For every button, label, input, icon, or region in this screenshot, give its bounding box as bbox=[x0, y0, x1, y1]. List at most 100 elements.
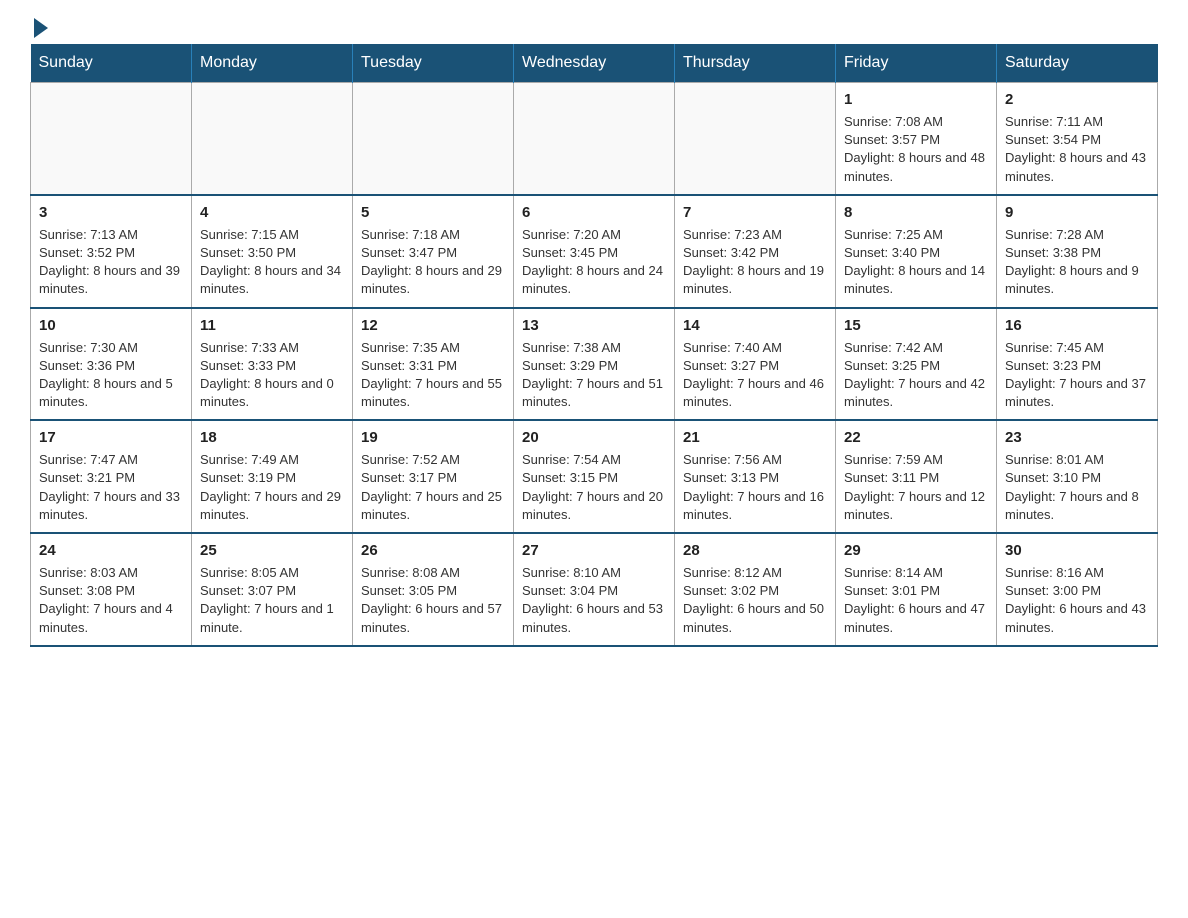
sunrise-text: Sunrise: 7:18 AM bbox=[361, 226, 505, 244]
calendar-cell: 8 Sunrise: 7:25 AMSunset: 3:40 PMDaylight… bbox=[836, 195, 997, 308]
calendar-cell: 27Sunrise: 8:10 AMSunset: 3:04 PMDayligh… bbox=[514, 533, 675, 646]
daylight-text: Daylight: 7 hours and 25 minutes. bbox=[361, 488, 505, 524]
daylight-text: Daylight: 8 hours and 39 minutes. bbox=[39, 262, 183, 298]
sunrise-text: Sunrise: 7:47 AM bbox=[39, 451, 183, 469]
day-number: 23 bbox=[1005, 427, 1149, 448]
day-number: 18 bbox=[200, 427, 344, 448]
sunset-text: Sunset: 3:50 PM bbox=[200, 244, 344, 262]
sunset-text: Sunset: 3:04 PM bbox=[522, 582, 666, 600]
calendar-cell bbox=[31, 83, 192, 195]
calendar-cell bbox=[514, 83, 675, 195]
day-number: 5 bbox=[361, 202, 505, 223]
sunrise-text: Sunrise: 7:25 AM bbox=[844, 226, 988, 244]
sunrise-text: Sunrise: 7:20 AM bbox=[522, 226, 666, 244]
logo-arrow-icon bbox=[34, 18, 48, 38]
calendar-cell: 26Sunrise: 8:08 AMSunset: 3:05 PMDayligh… bbox=[353, 533, 514, 646]
sunset-text: Sunset: 3:23 PM bbox=[1005, 357, 1149, 375]
calendar-cell: 13Sunrise: 7:38 AMSunset: 3:29 PMDayligh… bbox=[514, 308, 675, 421]
calendar-cell: 4Sunrise: 7:15 AMSunset: 3:50 PMDaylight… bbox=[192, 195, 353, 308]
calendar-cell: 3Sunrise: 7:13 AMSunset: 3:52 PMDaylight… bbox=[31, 195, 192, 308]
daylight-text: Daylight: 8 hours and 29 minutes. bbox=[361, 262, 505, 298]
sunset-text: Sunset: 3:15 PM bbox=[522, 469, 666, 487]
calendar-cell: 30Sunrise: 8:16 AMSunset: 3:00 PMDayligh… bbox=[997, 533, 1158, 646]
daylight-text: Daylight: 7 hours and 42 minutes. bbox=[844, 375, 988, 411]
sunrise-text: Sunrise: 7:52 AM bbox=[361, 451, 505, 469]
sunset-text: Sunset: 3:54 PM bbox=[1005, 131, 1149, 149]
day-number: 25 bbox=[200, 540, 344, 561]
sunrise-text: Sunrise: 7:49 AM bbox=[200, 451, 344, 469]
daylight-text: Daylight: 6 hours and 43 minutes. bbox=[1005, 600, 1149, 636]
sunset-text: Sunset: 3:52 PM bbox=[39, 244, 183, 262]
weekday-header-sunday: Sunday bbox=[31, 44, 192, 83]
sunrise-text: Sunrise: 7:11 AM bbox=[1005, 113, 1149, 131]
calendar-cell: 14Sunrise: 7:40 AMSunset: 3:27 PMDayligh… bbox=[675, 308, 836, 421]
calendar-cell: 17 Sunrise: 7:47 AMSunset: 3:21 PMDayligh… bbox=[31, 420, 192, 533]
sunset-text: Sunset: 3:21 PM bbox=[39, 469, 183, 487]
sunset-text: Sunset: 3:01 PM bbox=[844, 582, 988, 600]
logo-general bbox=[30, 20, 48, 38]
sunrise-text: Sunrise: 7:33 AM bbox=[200, 339, 344, 357]
day-number: 26 bbox=[361, 540, 505, 561]
daylight-text: Daylight: 7 hours and 16 minutes. bbox=[683, 488, 827, 524]
sunset-text: Sunset: 3:25 PM bbox=[844, 357, 988, 375]
day-number: 16 bbox=[1005, 315, 1149, 336]
day-number: 6 bbox=[522, 202, 666, 223]
sunset-text: Sunset: 3:38 PM bbox=[1005, 244, 1149, 262]
calendar-cell: 29Sunrise: 8:14 AMSunset: 3:01 PMDayligh… bbox=[836, 533, 997, 646]
daylight-text: Daylight: 8 hours and 43 minutes. bbox=[1005, 149, 1149, 185]
daylight-text: Daylight: 6 hours and 53 minutes. bbox=[522, 600, 666, 636]
week-row-5: 24Sunrise: 8:03 AMSunset: 3:08 PMDayligh… bbox=[31, 533, 1158, 646]
calendar-cell: 2 Sunrise: 7:11 AMSunset: 3:54 PMDaylight… bbox=[997, 83, 1158, 195]
day-number: 7 bbox=[683, 202, 827, 223]
sunset-text: Sunset: 3:02 PM bbox=[683, 582, 827, 600]
day-number: 11 bbox=[200, 315, 344, 336]
daylight-text: Daylight: 8 hours and 14 minutes. bbox=[844, 262, 988, 298]
day-number: 20 bbox=[522, 427, 666, 448]
sunrise-text: Sunrise: 8:10 AM bbox=[522, 564, 666, 582]
day-number: 9 bbox=[1005, 202, 1149, 223]
daylight-text: Daylight: 7 hours and 46 minutes. bbox=[683, 375, 827, 411]
sunset-text: Sunset: 3:47 PM bbox=[361, 244, 505, 262]
week-row-4: 17Sunrise: 7:47 AMSunset: 3:21 PMDayligh… bbox=[31, 420, 1158, 533]
calendar-cell: 7Sunrise: 7:23 AMSunset: 3:42 PMDaylight… bbox=[675, 195, 836, 308]
sunset-text: Sunset: 3:40 PM bbox=[844, 244, 988, 262]
daylight-text: Daylight: 6 hours and 47 minutes. bbox=[844, 600, 988, 636]
page-header bbox=[30, 20, 1158, 34]
sunrise-text: Sunrise: 7:56 AM bbox=[683, 451, 827, 469]
sunrise-text: Sunrise: 7:23 AM bbox=[683, 226, 827, 244]
day-number: 21 bbox=[683, 427, 827, 448]
calendar-cell: 9Sunrise: 7:28 AMSunset: 3:38 PMDaylight… bbox=[997, 195, 1158, 308]
day-number: 22 bbox=[844, 427, 988, 448]
calendar-cell bbox=[675, 83, 836, 195]
calendar-cell: 25Sunrise: 8:05 AMSunset: 3:07 PMDayligh… bbox=[192, 533, 353, 646]
sunrise-text: Sunrise: 8:05 AM bbox=[200, 564, 344, 582]
calendar-cell: 5 Sunrise: 7:18 AMSunset: 3:47 PMDaylight… bbox=[353, 195, 514, 308]
sunset-text: Sunset: 3:13 PM bbox=[683, 469, 827, 487]
daylight-text: Daylight: 7 hours and 51 minutes. bbox=[522, 375, 666, 411]
week-row-2: 3Sunrise: 7:13 AMSunset: 3:52 PMDaylight… bbox=[31, 195, 1158, 308]
day-number: 4 bbox=[200, 202, 344, 223]
daylight-text: Daylight: 8 hours and 0 minutes. bbox=[200, 375, 344, 411]
sunset-text: Sunset: 3:57 PM bbox=[844, 131, 988, 149]
sunrise-text: Sunrise: 7:08 AM bbox=[844, 113, 988, 131]
daylight-text: Daylight: 7 hours and 37 minutes. bbox=[1005, 375, 1149, 411]
day-number: 17 bbox=[39, 427, 183, 448]
day-number: 2 bbox=[1005, 89, 1149, 110]
daylight-text: Daylight: 7 hours and 55 minutes. bbox=[361, 375, 505, 411]
daylight-text: Daylight: 8 hours and 48 minutes. bbox=[844, 149, 988, 185]
daylight-text: Daylight: 8 hours and 19 minutes. bbox=[683, 262, 827, 298]
day-number: 1 bbox=[844, 89, 988, 110]
weekday-header-tuesday: Tuesday bbox=[353, 44, 514, 83]
day-number: 8 bbox=[844, 202, 988, 223]
daylight-text: Daylight: 7 hours and 33 minutes. bbox=[39, 488, 183, 524]
sunset-text: Sunset: 3:33 PM bbox=[200, 357, 344, 375]
calendar-cell: 11 Sunrise: 7:33 AMSunset: 3:33 PMDayligh… bbox=[192, 308, 353, 421]
sunrise-text: Sunrise: 7:38 AM bbox=[522, 339, 666, 357]
daylight-text: Daylight: 6 hours and 57 minutes. bbox=[361, 600, 505, 636]
day-number: 10 bbox=[39, 315, 183, 336]
daylight-text: Daylight: 7 hours and 1 minute. bbox=[200, 600, 344, 636]
day-number: 13 bbox=[522, 315, 666, 336]
sunset-text: Sunset: 3:05 PM bbox=[361, 582, 505, 600]
calendar-cell: 18Sunrise: 7:49 AMSunset: 3:19 PMDayligh… bbox=[192, 420, 353, 533]
logo bbox=[30, 20, 48, 34]
